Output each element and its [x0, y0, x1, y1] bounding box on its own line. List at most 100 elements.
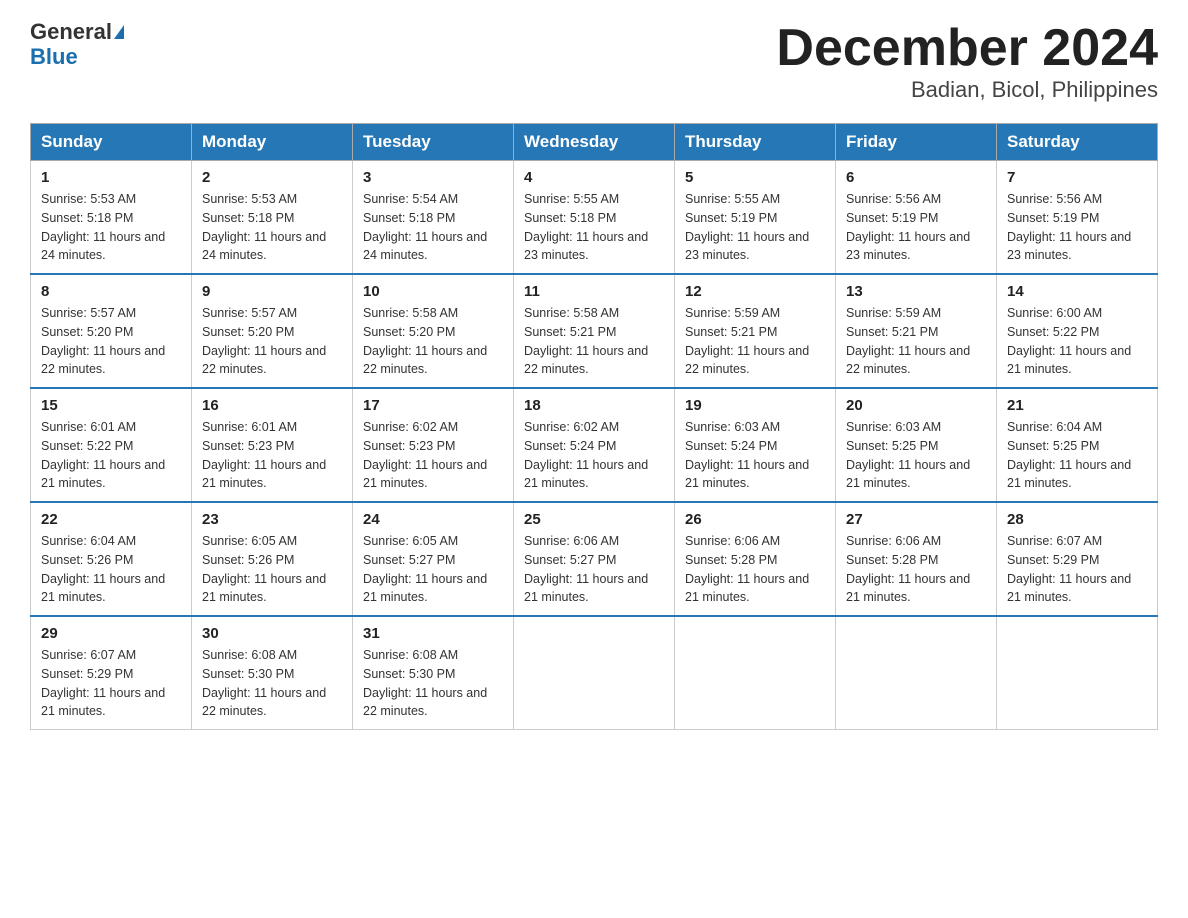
- calendar-week-row: 22 Sunrise: 6:04 AM Sunset: 5:26 PM Dayl…: [31, 502, 1158, 616]
- day-info: Sunrise: 6:02 AM Sunset: 5:23 PM Dayligh…: [363, 418, 503, 493]
- day-info: Sunrise: 5:53 AM Sunset: 5:18 PM Dayligh…: [41, 190, 181, 265]
- table-row: 2 Sunrise: 5:53 AM Sunset: 5:18 PM Dayli…: [192, 161, 353, 275]
- table-row: 29 Sunrise: 6:07 AM Sunset: 5:29 PM Dayl…: [31, 616, 192, 730]
- table-row: 7 Sunrise: 5:56 AM Sunset: 5:19 PM Dayli…: [997, 161, 1158, 275]
- table-row: 24 Sunrise: 6:05 AM Sunset: 5:27 PM Dayl…: [353, 502, 514, 616]
- calendar-week-row: 8 Sunrise: 5:57 AM Sunset: 5:20 PM Dayli…: [31, 274, 1158, 388]
- table-row: 20 Sunrise: 6:03 AM Sunset: 5:25 PM Dayl…: [836, 388, 997, 502]
- page-header: General Blue December 2024 Badian, Bicol…: [30, 20, 1158, 103]
- col-header-tuesday: Tuesday: [353, 124, 514, 161]
- table-row: 17 Sunrise: 6:02 AM Sunset: 5:23 PM Dayl…: [353, 388, 514, 502]
- day-info: Sunrise: 6:00 AM Sunset: 5:22 PM Dayligh…: [1007, 304, 1147, 379]
- day-info: Sunrise: 6:05 AM Sunset: 5:27 PM Dayligh…: [363, 532, 503, 607]
- day-info: Sunrise: 5:55 AM Sunset: 5:18 PM Dayligh…: [524, 190, 664, 265]
- logo-general: General: [30, 20, 112, 44]
- table-row: 3 Sunrise: 5:54 AM Sunset: 5:18 PM Dayli…: [353, 161, 514, 275]
- day-number: 23: [202, 511, 342, 528]
- table-row: 27 Sunrise: 6:06 AM Sunset: 5:28 PM Dayl…: [836, 502, 997, 616]
- col-header-thursday: Thursday: [675, 124, 836, 161]
- day-number: 18: [524, 397, 664, 414]
- day-number: 15: [41, 397, 181, 414]
- day-number: 13: [846, 283, 986, 300]
- table-row: 10 Sunrise: 5:58 AM Sunset: 5:20 PM Dayl…: [353, 274, 514, 388]
- day-info: Sunrise: 6:08 AM Sunset: 5:30 PM Dayligh…: [363, 646, 503, 721]
- day-info: Sunrise: 5:59 AM Sunset: 5:21 PM Dayligh…: [846, 304, 986, 379]
- day-number: 21: [1007, 397, 1147, 414]
- table-row: 16 Sunrise: 6:01 AM Sunset: 5:23 PM Dayl…: [192, 388, 353, 502]
- day-number: 5: [685, 169, 825, 186]
- day-number: 6: [846, 169, 986, 186]
- table-row: 18 Sunrise: 6:02 AM Sunset: 5:24 PM Dayl…: [514, 388, 675, 502]
- day-number: 29: [41, 625, 181, 642]
- calendar-week-row: 1 Sunrise: 5:53 AM Sunset: 5:18 PM Dayli…: [31, 161, 1158, 275]
- table-row: 30 Sunrise: 6:08 AM Sunset: 5:30 PM Dayl…: [192, 616, 353, 730]
- logo-triangle-icon: [114, 25, 124, 39]
- table-row: 21 Sunrise: 6:04 AM Sunset: 5:25 PM Dayl…: [997, 388, 1158, 502]
- day-info: Sunrise: 5:55 AM Sunset: 5:19 PM Dayligh…: [685, 190, 825, 265]
- table-row: 8 Sunrise: 5:57 AM Sunset: 5:20 PM Dayli…: [31, 274, 192, 388]
- month-title: December 2024: [776, 20, 1158, 77]
- col-header-saturday: Saturday: [997, 124, 1158, 161]
- day-number: 4: [524, 169, 664, 186]
- col-header-sunday: Sunday: [31, 124, 192, 161]
- table-row: 25 Sunrise: 6:06 AM Sunset: 5:27 PM Dayl…: [514, 502, 675, 616]
- title-block: December 2024 Badian, Bicol, Philippines: [776, 20, 1158, 103]
- col-header-wednesday: Wednesday: [514, 124, 675, 161]
- table-row: 5 Sunrise: 5:55 AM Sunset: 5:19 PM Dayli…: [675, 161, 836, 275]
- table-row: 31 Sunrise: 6:08 AM Sunset: 5:30 PM Dayl…: [353, 616, 514, 730]
- day-number: 10: [363, 283, 503, 300]
- table-row: 26 Sunrise: 6:06 AM Sunset: 5:28 PM Dayl…: [675, 502, 836, 616]
- day-info: Sunrise: 5:58 AM Sunset: 5:21 PM Dayligh…: [524, 304, 664, 379]
- day-number: 1: [41, 169, 181, 186]
- day-info: Sunrise: 6:04 AM Sunset: 5:25 PM Dayligh…: [1007, 418, 1147, 493]
- col-header-monday: Monday: [192, 124, 353, 161]
- table-row: 4 Sunrise: 5:55 AM Sunset: 5:18 PM Dayli…: [514, 161, 675, 275]
- logo: General Blue: [30, 20, 124, 70]
- day-number: 14: [1007, 283, 1147, 300]
- table-row: 9 Sunrise: 5:57 AM Sunset: 5:20 PM Dayli…: [192, 274, 353, 388]
- table-row: 15 Sunrise: 6:01 AM Sunset: 5:22 PM Dayl…: [31, 388, 192, 502]
- day-number: 27: [846, 511, 986, 528]
- day-number: 12: [685, 283, 825, 300]
- table-row: 23 Sunrise: 6:05 AM Sunset: 5:26 PM Dayl…: [192, 502, 353, 616]
- calendar-table: Sunday Monday Tuesday Wednesday Thursday…: [30, 123, 1158, 730]
- day-number: 30: [202, 625, 342, 642]
- day-number: 2: [202, 169, 342, 186]
- table-row: 12 Sunrise: 5:59 AM Sunset: 5:21 PM Dayl…: [675, 274, 836, 388]
- table-row: 1 Sunrise: 5:53 AM Sunset: 5:18 PM Dayli…: [31, 161, 192, 275]
- day-info: Sunrise: 5:59 AM Sunset: 5:21 PM Dayligh…: [685, 304, 825, 379]
- table-row: 22 Sunrise: 6:04 AM Sunset: 5:26 PM Dayl…: [31, 502, 192, 616]
- day-info: Sunrise: 5:56 AM Sunset: 5:19 PM Dayligh…: [846, 190, 986, 265]
- table-row: 13 Sunrise: 5:59 AM Sunset: 5:21 PM Dayl…: [836, 274, 997, 388]
- day-info: Sunrise: 6:03 AM Sunset: 5:24 PM Dayligh…: [685, 418, 825, 493]
- day-number: 3: [363, 169, 503, 186]
- day-info: Sunrise: 6:07 AM Sunset: 5:29 PM Dayligh…: [41, 646, 181, 721]
- day-info: Sunrise: 5:53 AM Sunset: 5:18 PM Dayligh…: [202, 190, 342, 265]
- col-header-friday: Friday: [836, 124, 997, 161]
- day-number: 22: [41, 511, 181, 528]
- table-row: [836, 616, 997, 730]
- day-info: Sunrise: 5:58 AM Sunset: 5:20 PM Dayligh…: [363, 304, 503, 379]
- day-info: Sunrise: 6:02 AM Sunset: 5:24 PM Dayligh…: [524, 418, 664, 493]
- day-info: Sunrise: 6:01 AM Sunset: 5:22 PM Dayligh…: [41, 418, 181, 493]
- day-number: 31: [363, 625, 503, 642]
- day-info: Sunrise: 5:56 AM Sunset: 5:19 PM Dayligh…: [1007, 190, 1147, 265]
- day-info: Sunrise: 5:57 AM Sunset: 5:20 PM Dayligh…: [202, 304, 342, 379]
- day-number: 7: [1007, 169, 1147, 186]
- calendar-header-row: Sunday Monday Tuesday Wednesday Thursday…: [31, 124, 1158, 161]
- day-number: 25: [524, 511, 664, 528]
- table-row: 6 Sunrise: 5:56 AM Sunset: 5:19 PM Dayli…: [836, 161, 997, 275]
- day-info: Sunrise: 6:06 AM Sunset: 5:27 PM Dayligh…: [524, 532, 664, 607]
- day-number: 28: [1007, 511, 1147, 528]
- calendar-week-row: 29 Sunrise: 6:07 AM Sunset: 5:29 PM Dayl…: [31, 616, 1158, 730]
- table-row: [514, 616, 675, 730]
- day-info: Sunrise: 6:06 AM Sunset: 5:28 PM Dayligh…: [685, 532, 825, 607]
- day-info: Sunrise: 6:04 AM Sunset: 5:26 PM Dayligh…: [41, 532, 181, 607]
- day-number: 11: [524, 283, 664, 300]
- day-number: 26: [685, 511, 825, 528]
- day-info: Sunrise: 6:01 AM Sunset: 5:23 PM Dayligh…: [202, 418, 342, 493]
- calendar-week-row: 15 Sunrise: 6:01 AM Sunset: 5:22 PM Dayl…: [31, 388, 1158, 502]
- day-number: 20: [846, 397, 986, 414]
- day-number: 24: [363, 511, 503, 528]
- day-info: Sunrise: 5:57 AM Sunset: 5:20 PM Dayligh…: [41, 304, 181, 379]
